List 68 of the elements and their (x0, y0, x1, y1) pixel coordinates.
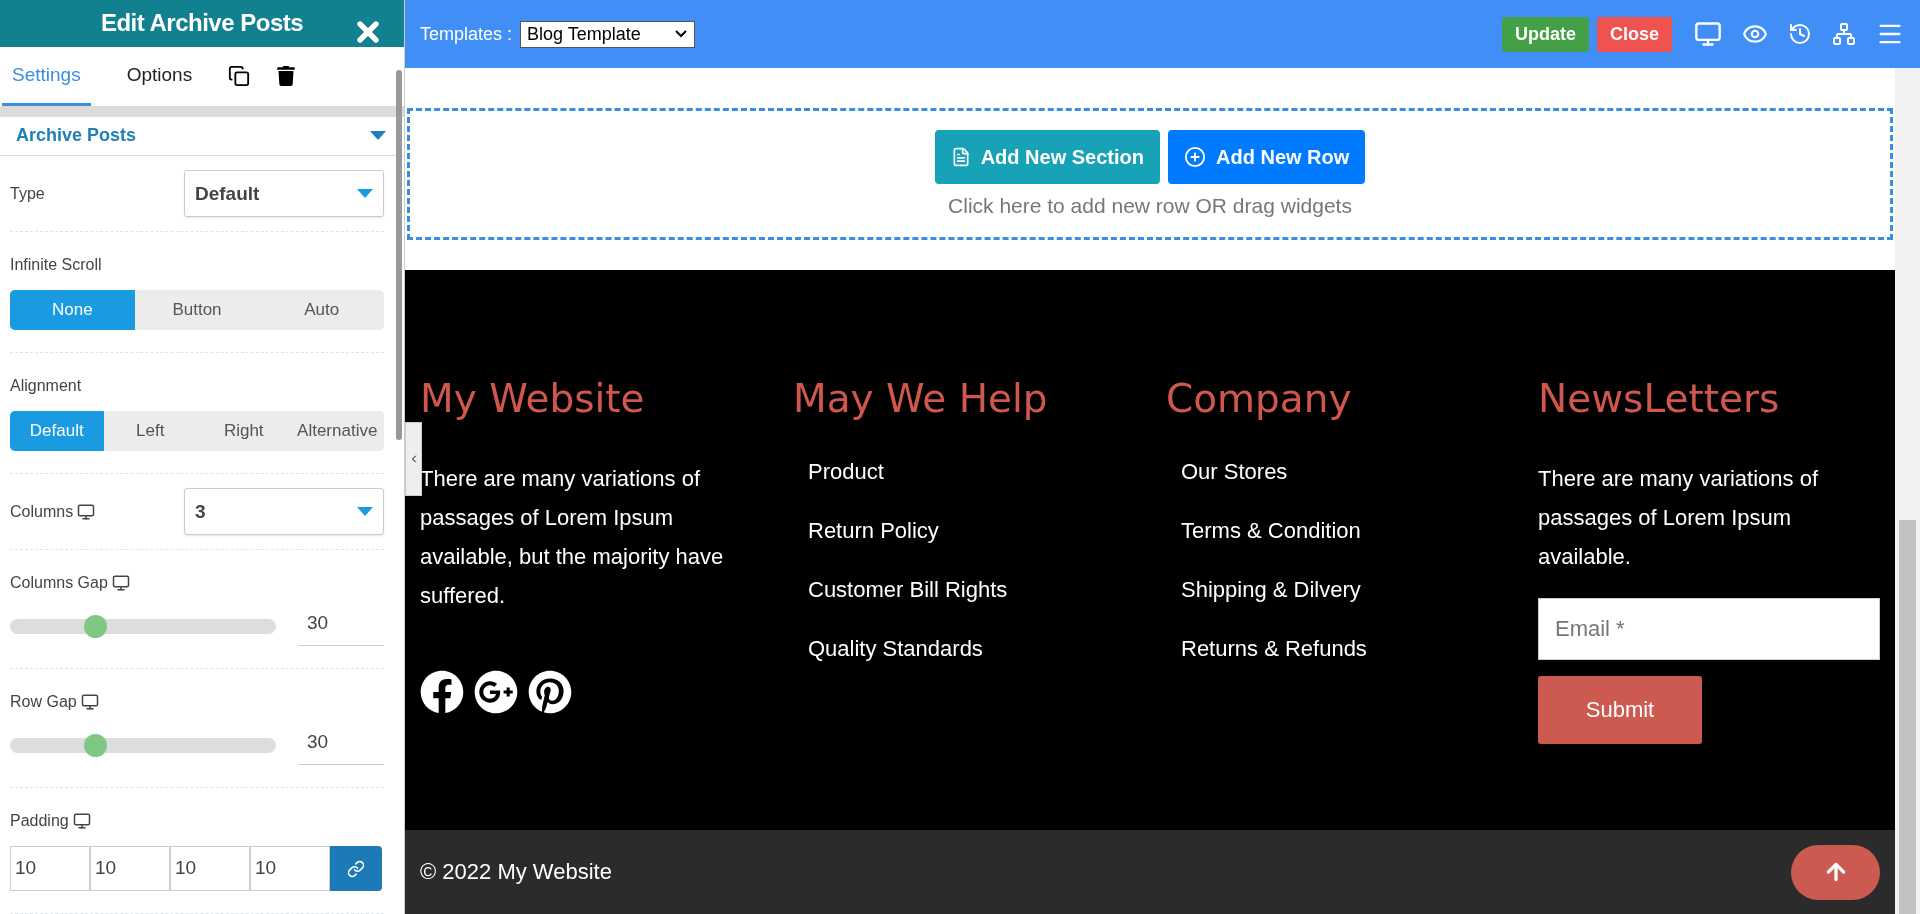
submit-button[interactable]: Submit (1538, 676, 1702, 744)
caret-icon (370, 131, 386, 141)
padding-field[interactable]: 10 (90, 846, 170, 891)
field-label: Padding (10, 812, 69, 830)
history-icon[interactable] (1788, 22, 1812, 46)
select-field[interactable]: 3 (184, 488, 384, 535)
paragraph: There are many variations of passages of Lorem Ipsum available, but the majority have suffered. (420, 465, 725, 610)
segment-option[interactable]: Alternative (290, 411, 384, 451)
footer-link[interactable]: Quality Standards (808, 636, 1166, 662)
drop-hint: Click here to add new row OR drag widgets (948, 194, 1352, 218)
slider-thumb[interactable] (84, 733, 108, 757)
panel-title: Edit Archive Posts (100, 9, 304, 38)
footer-link[interactable]: Return Policy (808, 518, 1166, 544)
facebook-icon[interactable] (420, 670, 464, 714)
padding-field[interactable]: 10 (250, 846, 330, 891)
paragraph: There are many variations of passages of Lorem Ipsum available. (1538, 465, 1820, 571)
scrollbar-thumb[interactable] (1899, 520, 1916, 914)
field-label: Row Gap (10, 693, 77, 711)
google-plus-icon[interactable] (474, 670, 518, 714)
tab[interactable]: Options (116, 46, 203, 106)
sitemap-icon[interactable] (1832, 22, 1856, 46)
email-field[interactable]: Email * (1538, 598, 1880, 660)
monitor-icon[interactable] (72, 812, 91, 830)
field-label: Infinite Scroll (10, 256, 102, 274)
section-title: Archive Posts (16, 125, 137, 147)
caret-icon (357, 507, 373, 516)
pinterest-icon[interactable] (528, 670, 572, 714)
footer-link[interactable]: Product (808, 459, 1166, 485)
footer-link[interactable]: Customer Bill Rights (808, 577, 1166, 603)
segment-option[interactable]: Right (197, 411, 291, 451)
column-heading: Company (1166, 376, 1353, 421)
footer-link[interactable]: Terms & Condition (1181, 518, 1538, 544)
footer-link[interactable]: Returns & Refunds (1181, 636, 1538, 662)
trash-icon[interactable] (276, 66, 297, 87)
monitor-icon[interactable] (111, 574, 130, 592)
slider-thumb[interactable] (84, 614, 108, 638)
number-field[interactable]: 30 (299, 725, 384, 765)
column-heading: My Website (420, 376, 646, 421)
column-heading: May We Help (793, 376, 1049, 421)
scroll-top-button[interactable] (1791, 844, 1880, 900)
monitor-icon[interactable] (80, 693, 99, 711)
copyright-text: © 2022 My Website (420, 859, 612, 885)
plus-circle-icon (1184, 146, 1206, 168)
padding-field[interactable]: 10 (10, 846, 90, 891)
add-button[interactable]: Add New Row (1168, 130, 1366, 184)
caret-icon (357, 189, 373, 198)
templates-label: Templates : (420, 23, 513, 45)
column-heading: NewsLetters (1538, 376, 1781, 421)
segment-option[interactable]: Button (134, 290, 260, 330)
padding-field[interactable]: 10 (170, 846, 250, 891)
link-button[interactable] (330, 846, 382, 891)
copy-icon[interactable] (228, 65, 251, 88)
field-label: Type (10, 184, 45, 203)
select-field[interactable]: Default (184, 170, 384, 217)
field-label: Alignment (10, 377, 82, 395)
template-select[interactable]: Blog Template (520, 20, 696, 48)
drop-zone[interactable]: Add New Section Add New Row Click here to add new row OR drag widgets (407, 108, 1893, 240)
collapse-handle[interactable] (405, 422, 422, 496)
link-icon (347, 859, 365, 878)
chevron-down-icon (674, 29, 689, 39)
monitor-icon[interactable] (77, 502, 96, 521)
segment-option[interactable]: Auto (259, 290, 384, 330)
field-label: Columns (10, 502, 74, 521)
number-field[interactable]: 30 (299, 606, 384, 646)
footer-link[interactable]: Our Stores (1181, 459, 1538, 485)
segment-option[interactable]: Left (103, 411, 197, 451)
footer-link[interactable]: Shipping & Dilvery (1181, 577, 1538, 603)
field-label: Columns Gap (10, 574, 108, 592)
